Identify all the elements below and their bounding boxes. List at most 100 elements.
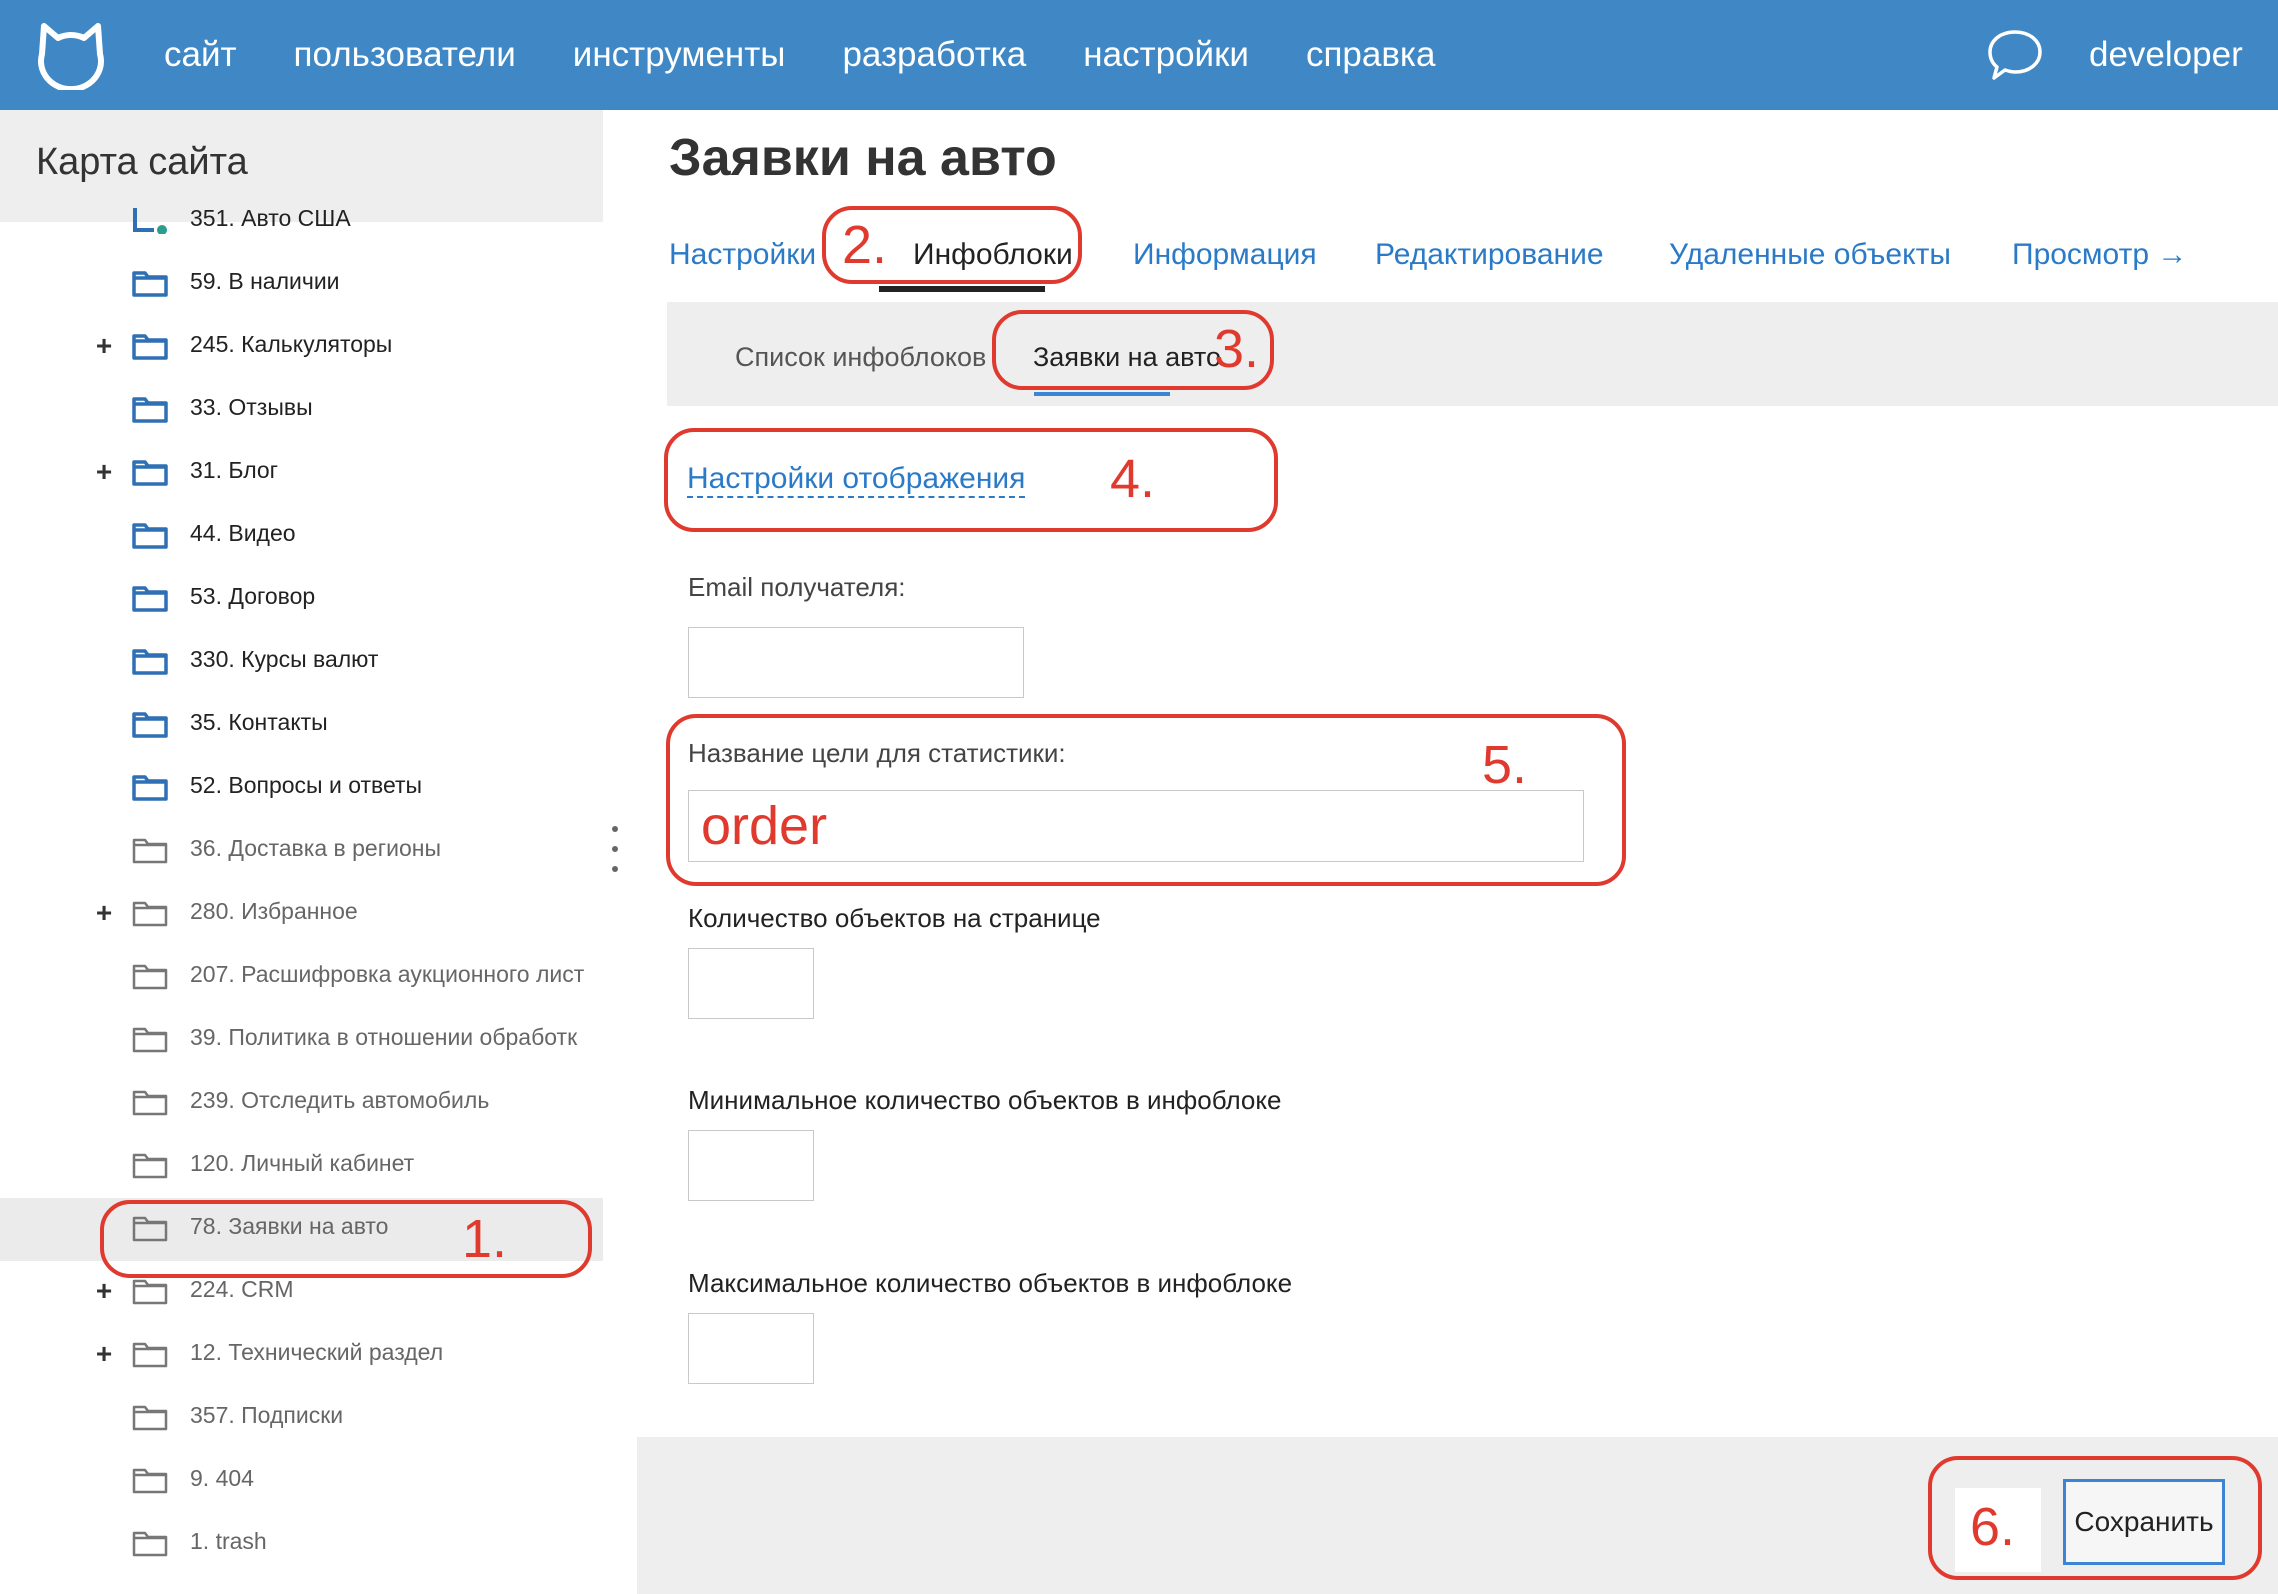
annotation-number-1: 1.: [462, 1209, 508, 1269]
folder-icon: [132, 1027, 168, 1053]
sitemap-item[interactable]: 120. Личный кабинет: [0, 1135, 603, 1198]
sitemap-item-label: 280. Избранное: [190, 898, 358, 924]
sitemap-item[interactable]: 78. Заявки на авто: [0, 1198, 603, 1261]
tab-bar: Настройки Инфоблоки Информация Редактиро…: [669, 228, 2278, 312]
folder-icon: [132, 586, 168, 612]
tab-editing[interactable]: Редактирование: [1375, 238, 1604, 272]
sitemap-item-label: 33. Отзывы: [190, 394, 313, 420]
tab-deleted-objects[interactable]: Удаленные объекты: [1669, 238, 1951, 272]
nav-tools[interactable]: инструменты: [573, 35, 786, 75]
folder-icon: [132, 1342, 168, 1368]
nav-help[interactable]: справка: [1306, 35, 1436, 75]
folder-icon: [132, 712, 168, 738]
annotation-number-4: 4.: [1110, 449, 1156, 509]
sitemap-item[interactable]: 239. Отследить автомобиль: [0, 1072, 603, 1135]
nav-settings[interactable]: настройки: [1083, 35, 1249, 75]
active-subtab-indicator: [1034, 392, 1170, 396]
annotation-number-5: 5.: [1482, 735, 1528, 795]
folder-icon: [132, 271, 168, 297]
sitemap-item[interactable]: 44. Видео: [0, 505, 603, 568]
expand-plus-icon[interactable]: +: [94, 330, 114, 362]
expand-plus-icon[interactable]: +: [94, 1275, 114, 1307]
tab-infoblocks[interactable]: Инфоблоки: [913, 238, 1073, 272]
display-settings-link[interactable]: Настройки отображения: [687, 462, 1026, 498]
folder-icon: [132, 964, 168, 990]
sitemap-item[interactable]: +31. Блог: [0, 442, 603, 505]
folder-icon: [132, 460, 168, 486]
sitemap-item[interactable]: +245. Калькуляторы: [0, 316, 603, 379]
email-field[interactable]: [688, 627, 1024, 698]
tab-information[interactable]: Информация: [1133, 238, 1317, 272]
main-menu: сайт пользователи инструменты разработка…: [164, 0, 1492, 110]
min-objects-label: Минимальное количество объектов в инфобл…: [688, 1085, 1282, 1115]
nav-site[interactable]: сайт: [164, 35, 237, 75]
expand-plus-icon[interactable]: +: [94, 897, 114, 929]
sitemap-item[interactable]: 59. В наличии: [0, 253, 603, 316]
sitemap-item-label: 245. Калькуляторы: [190, 331, 393, 357]
sitemap-item[interactable]: +12. Технический раздел: [0, 1324, 603, 1387]
folder-icon: [132, 775, 168, 801]
annotation-number-3: 3.: [1214, 319, 1260, 379]
sitemap-item[interactable]: 33. Отзывы: [0, 379, 603, 442]
sitemap-item[interactable]: 330. Курсы валют: [0, 631, 603, 694]
sitemap-item-label: 52. Вопросы и ответы: [190, 772, 423, 798]
folder-icon: [132, 1153, 168, 1179]
expand-plus-icon[interactable]: +: [94, 1338, 114, 1370]
tab-settings[interactable]: Настройки: [669, 238, 816, 272]
sitemap-item-label: 207. Расшифровка аукционного лист: [190, 961, 585, 987]
sitemap-sidebar: Карта сайта 351. Авто США 59. В наличии +2…: [0, 110, 603, 1594]
sitemap-item-label: 224. CRM: [190, 1276, 294, 1302]
goal-name-field[interactable]: [688, 790, 1584, 862]
subtab-infoblock-list[interactable]: Список инфоблоков: [735, 342, 986, 373]
page-title: Заявки на авто: [669, 129, 1057, 187]
sitemap-item-label: 239. Отследить автомобиль: [190, 1087, 490, 1113]
sitemap-item[interactable]: 207. Расшифровка аукционного лист: [0, 946, 603, 1009]
sitemap-item[interactable]: 35. Контакты: [0, 694, 603, 757]
sitemap-item[interactable]: 36. Доставка в регионы: [0, 820, 603, 883]
folder-icon: [132, 649, 168, 675]
sitemap-item-label: 31. Блог: [190, 457, 279, 483]
sitemap-item[interactable]: +280. Избранное: [0, 883, 603, 946]
folder-icon: [132, 1405, 168, 1431]
per-page-field[interactable]: [688, 948, 814, 1019]
min-objects-field[interactable]: [688, 1130, 814, 1201]
main-panel: Заявки на авто Настройки Инфоблоки Инфор…: [637, 110, 2278, 1594]
sidebar-resize-handle[interactable]: [612, 826, 620, 878]
goal-name-label: Название цели для статистики:: [688, 738, 1066, 768]
chat-bubble-icon[interactable]: [1986, 28, 2044, 82]
save-button[interactable]: Сохранить: [2063, 1479, 2225, 1565]
sitemap-item-label: 44. Видео: [190, 520, 296, 546]
sitemap-item[interactable]: 39. Политика в отношении обработк: [0, 1009, 603, 1072]
folder-icon: [132, 397, 168, 423]
sitemap-item[interactable]: 1. trash: [0, 1513, 603, 1576]
sitemap-item[interactable]: 53. Договор: [0, 568, 603, 631]
sitemap-item-label: 59. В наличии: [190, 268, 340, 294]
nav-development[interactable]: разработка: [842, 35, 1026, 75]
folder-icon: [132, 1090, 168, 1116]
sitemap-item-label: 53. Договор: [190, 583, 316, 609]
folder-icon: [132, 1468, 168, 1494]
subtab-car-requests[interactable]: Заявки на авто: [1033, 342, 1221, 373]
sitemap-item-label: 351. Авто США: [190, 205, 351, 231]
nav-users[interactable]: пользователи: [294, 35, 516, 75]
sitemap-item[interactable]: 9. 404: [0, 1450, 603, 1513]
sitemap-item-label: 330. Курсы валют: [190, 646, 379, 672]
sitemap-item-label: 39. Политика в отношении обработк: [190, 1024, 578, 1050]
folder-icon: [132, 334, 168, 360]
sitemap-item[interactable]: 52. Вопросы и ответы: [0, 757, 603, 820]
sitemap-item-label: 35. Контакты: [190, 709, 328, 735]
folder-icon: [132, 1531, 168, 1557]
sitemap-item[interactable]: 351. Авто США: [0, 190, 603, 253]
tab-preview[interactable]: Просмотр →: [2012, 238, 2187, 272]
user-menu[interactable]: developer: [2089, 0, 2243, 110]
sitemap-item[interactable]: 357. Подписки: [0, 1387, 603, 1450]
cat-logo-icon[interactable]: [34, 20, 108, 90]
sitemap-item[interactable]: +224. CRM: [0, 1261, 603, 1324]
max-objects-field[interactable]: [688, 1313, 814, 1384]
sitemap-item-label: 78. Заявки на авто: [190, 1213, 389, 1239]
annotation-number-2: 2.: [842, 215, 888, 275]
folder-icon: [132, 1279, 168, 1305]
expand-plus-icon[interactable]: +: [94, 456, 114, 488]
folder-icon: [132, 901, 168, 927]
sitemap-item-label: 1. trash: [190, 1528, 267, 1554]
